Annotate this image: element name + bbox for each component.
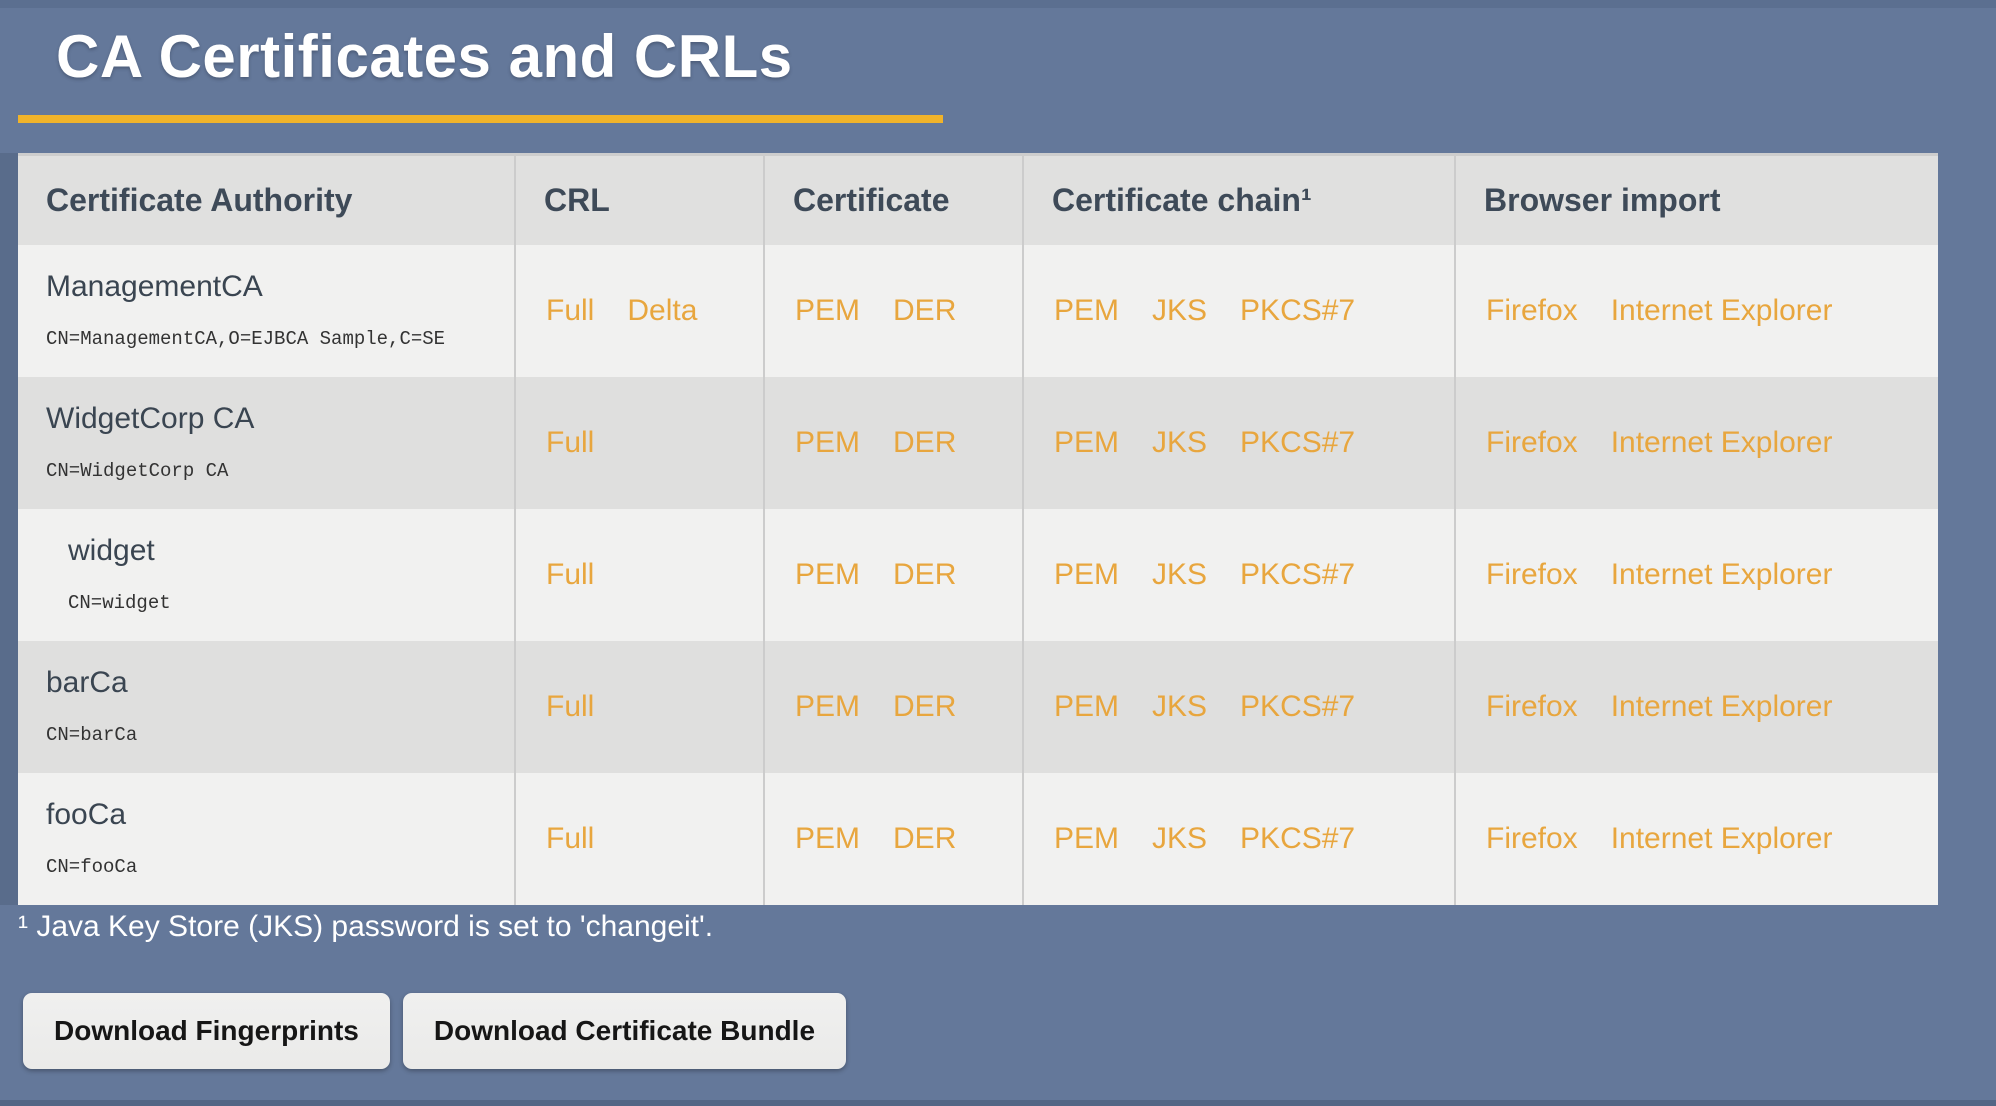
- certificate-chain-link[interactable]: PKCS#7: [1240, 294, 1355, 327]
- download-fingerprints-button[interactable]: Download Fingerprints: [23, 993, 390, 1069]
- table-row: ManagementCA CN=ManagementCA,O=EJBCA Samp…: [18, 245, 1938, 377]
- browser-cell: Firefox Internet Explorer: [1455, 641, 1938, 773]
- table-body: ManagementCA CN=ManagementCA,O=EJBCA Samp…: [18, 245, 1938, 905]
- crl-link[interactable]: Full: [546, 426, 594, 459]
- browser-import-link[interactable]: Internet Explorer: [1611, 558, 1833, 591]
- certificate-chain-link[interactable]: PEM: [1054, 294, 1119, 327]
- certificate-link[interactable]: DER: [893, 690, 956, 723]
- certificate-chain-link[interactable]: PEM: [1054, 426, 1119, 459]
- crl-link[interactable]: Full: [546, 558, 594, 591]
- ca-cell: WidgetCorp CA CN=WidgetCorp CA: [18, 377, 515, 509]
- chain-cell: PEM JKS PKCS#7: [1023, 773, 1455, 905]
- certificate-link[interactable]: PEM: [795, 558, 860, 591]
- crl-cell: Full Delta: [515, 245, 764, 377]
- certificate-chain-link[interactable]: PEM: [1054, 690, 1119, 723]
- table-row: widget CN=widget Full PEM DER PEM JKS PKCS#7 Fir…: [18, 509, 1938, 641]
- certificate-chain-link[interactable]: PKCS#7: [1240, 558, 1355, 591]
- column-header-certificate-chain: Certificate chain¹: [1023, 155, 1455, 245]
- crl-link[interactable]: Delta: [627, 294, 697, 327]
- certificate-link[interactable]: DER: [893, 294, 956, 327]
- ca-cell: ManagementCA CN=ManagementCA,O=EJBCA Samp…: [18, 245, 515, 377]
- crl-link[interactable]: Full: [546, 690, 594, 723]
- certificate-link[interactable]: PEM: [795, 294, 860, 327]
- certificate-cell: PEM DER: [764, 773, 1023, 905]
- browser-import-link[interactable]: Firefox: [1486, 294, 1578, 327]
- certificate-chain-link[interactable]: PKCS#7: [1240, 822, 1355, 855]
- certificate-chain-link[interactable]: PEM: [1054, 558, 1119, 591]
- table-row: fooCa CN=fooCa Full PEM DER PEM JKS PKCS#7 Firef…: [18, 773, 1938, 905]
- ca-dn: CN=widget: [46, 594, 504, 613]
- certificate-cell: PEM DER: [764, 509, 1023, 641]
- browser-cell: Firefox Internet Explorer: [1455, 509, 1938, 641]
- ca-name: ManagementCA: [46, 272, 504, 302]
- ca-name: fooCa: [46, 800, 504, 830]
- browser-import-link[interactable]: Firefox: [1486, 426, 1578, 459]
- crl-link[interactable]: Full: [546, 822, 594, 855]
- certificate-link[interactable]: DER: [893, 822, 956, 855]
- ca-name: WidgetCorp CA: [46, 404, 504, 434]
- ca-certificates-table: Certificate Authority CRL Certificate Ce…: [18, 153, 1938, 905]
- browser-cell: Firefox Internet Explorer: [1455, 245, 1938, 377]
- certificate-link[interactable]: DER: [893, 426, 956, 459]
- certificate-cell: PEM DER: [764, 641, 1023, 773]
- ca-name: barCa: [46, 668, 504, 698]
- browser-import-link[interactable]: Firefox: [1486, 690, 1578, 723]
- table-row: barCa CN=barCa Full PEM DER PEM JKS PKCS#7 Firef…: [18, 641, 1938, 773]
- ca-table-container: Certificate Authority CRL Certificate Ce…: [0, 153, 1938, 905]
- ca-dn: CN=ManagementCA,O=EJBCA Sample,C=SE: [46, 330, 504, 349]
- browser-cell: Firefox Internet Explorer: [1455, 377, 1938, 509]
- button-row: Download Fingerprints Download Certifica…: [23, 993, 1996, 1069]
- browser-import-link[interactable]: Internet Explorer: [1611, 294, 1833, 327]
- table-header-row: Certificate Authority CRL Certificate Ce…: [18, 155, 1938, 245]
- certificate-link[interactable]: DER: [893, 558, 956, 591]
- crl-cell: Full: [515, 509, 764, 641]
- download-certificate-bundle-button[interactable]: Download Certificate Bundle: [403, 993, 846, 1069]
- certificate-chain-link[interactable]: JKS: [1152, 822, 1207, 855]
- crl-link[interactable]: Full: [546, 294, 594, 327]
- certificate-chain-link[interactable]: PKCS#7: [1240, 690, 1355, 723]
- title-underline: [18, 115, 943, 123]
- browser-import-link[interactable]: Internet Explorer: [1611, 426, 1833, 459]
- chain-cell: PEM JKS PKCS#7: [1023, 377, 1455, 509]
- certificate-link[interactable]: PEM: [795, 822, 860, 855]
- ca-dn: CN=barCa: [46, 726, 504, 745]
- browser-cell: Firefox Internet Explorer: [1455, 773, 1938, 905]
- chain-cell: PEM JKS PKCS#7: [1023, 245, 1455, 377]
- ca-dn: CN=WidgetCorp CA: [46, 462, 504, 481]
- table-row: WidgetCorp CACN=WidgetCorp CAFullPEMDERP…: [18, 377, 1938, 509]
- column-header-crl: CRL: [515, 155, 764, 245]
- browser-import-link[interactable]: Internet Explorer: [1611, 822, 1833, 855]
- browser-import-link[interactable]: Firefox: [1486, 822, 1578, 855]
- ca-cell: barCa CN=barCa: [18, 641, 515, 773]
- column-header-certificate: Certificate: [764, 155, 1023, 245]
- browser-import-link[interactable]: Firefox: [1486, 558, 1578, 591]
- crl-cell: Full: [515, 641, 764, 773]
- bottom-edge: [0, 1100, 1996, 1106]
- chain-cell: PEM JKS PKCS#7: [1023, 509, 1455, 641]
- top-edge: [0, 0, 1996, 8]
- ca-name: widget: [46, 536, 504, 566]
- certificate-cell: PEM DER: [764, 377, 1023, 509]
- crl-cell: Full: [515, 377, 764, 509]
- certificate-chain-link[interactable]: JKS: [1152, 294, 1207, 327]
- certificate-chain-link[interactable]: JKS: [1152, 558, 1207, 591]
- chain-cell: PEM JKS PKCS#7: [1023, 641, 1455, 773]
- certificate-chain-link[interactable]: JKS: [1152, 426, 1207, 459]
- certificate-chain-link[interactable]: JKS: [1152, 690, 1207, 723]
- ca-cell: fooCa CN=fooCa: [18, 773, 515, 905]
- crl-cell: Full: [515, 773, 764, 905]
- certificate-cell: PEM DER: [764, 245, 1023, 377]
- certificate-link[interactable]: PEM: [795, 690, 860, 723]
- ca-cell: widget CN=widget: [18, 509, 515, 641]
- column-header-certificate-authority: Certificate Authority: [18, 155, 515, 245]
- column-header-browser-import: Browser import: [1455, 155, 1938, 245]
- certificate-chain-link[interactable]: PKCS#7: [1240, 426, 1355, 459]
- certificate-link[interactable]: PEM: [795, 426, 860, 459]
- jks-footnote: ¹ Java Key Store (JKS) password is set t…: [18, 909, 1996, 946]
- ca-dn: CN=fooCa: [46, 858, 504, 877]
- certificate-chain-link[interactable]: PEM: [1054, 822, 1119, 855]
- browser-import-link[interactable]: Internet Explorer: [1611, 690, 1833, 723]
- page-title: CA Certificates and CRLs: [0, 0, 1996, 91]
